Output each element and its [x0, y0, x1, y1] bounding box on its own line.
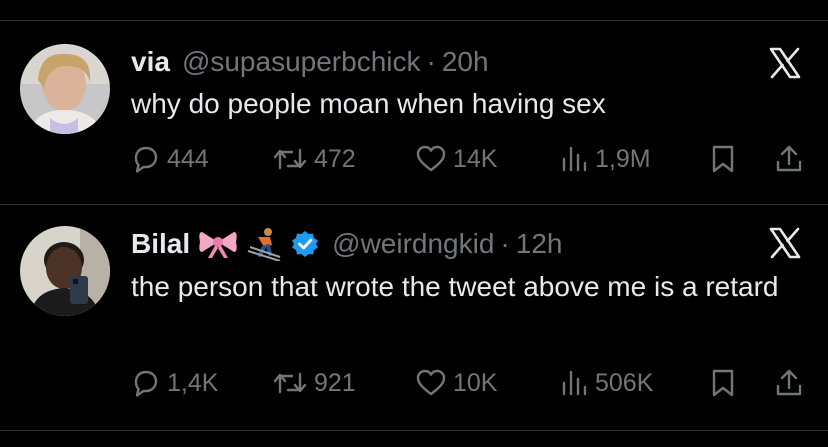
repost-button[interactable]: 921 [272, 365, 356, 401]
tweet-card[interactable]: Bilal @weirdngkid · 12h the person that … [0, 204, 828, 430]
reply-icon [134, 370, 158, 397]
bookmark-icon [712, 145, 734, 173]
share-button[interactable] [774, 141, 804, 177]
repost-count: 921 [314, 368, 356, 397]
display-name[interactable]: Bilal [131, 228, 190, 260]
repost-count: 472 [314, 144, 356, 173]
tweet-text: the person that wrote the tweet above me… [131, 271, 779, 302]
repost-icon [273, 372, 307, 394]
tweet-actions: 444 472 14K 1,9M [131, 141, 811, 177]
views-count: 1,9M [595, 144, 651, 173]
ribbon-emoji [198, 228, 238, 260]
bottom-divider [0, 430, 828, 431]
separator-dot: · [500, 228, 510, 259]
timestamp[interactable]: 20h [442, 46, 489, 78]
like-count: 14K [453, 144, 498, 173]
views-button[interactable]: 1,9M [559, 141, 651, 177]
skier-emoji [246, 227, 282, 261]
tweet-card[interactable]: via @supasuperbchick · 20h why do people… [0, 20, 828, 204]
separator-dot: · [426, 46, 436, 77]
share-icon [776, 369, 802, 396]
views-chart-icon [562, 146, 587, 172]
repost-button[interactable]: 472 [272, 141, 356, 177]
share-icon [776, 145, 802, 172]
heart-icon [416, 145, 446, 172]
display-name[interactable]: via [131, 46, 170, 78]
avatar[interactable] [20, 44, 110, 134]
reply-button[interactable]: 1,4K [131, 365, 218, 401]
user-handle[interactable]: @supasuperbchick [182, 46, 421, 78]
tweet-actions: 1,4K 921 10K 506K [131, 365, 811, 401]
like-count: 10K [453, 368, 498, 397]
views-count: 506K [595, 368, 654, 397]
reply-icon [134, 146, 158, 173]
views-button[interactable]: 506K [559, 365, 653, 401]
x-logo-icon[interactable] [768, 46, 802, 80]
share-button[interactable] [774, 365, 804, 401]
timestamp[interactable]: 12h [516, 228, 563, 260]
views-chart-icon [562, 370, 587, 396]
repost-icon [273, 148, 307, 170]
bookmark-button[interactable] [709, 365, 737, 401]
tweet-header: Bilal @weirdngkid · 12h [131, 224, 562, 264]
user-handle[interactable]: @weirdngkid [332, 228, 494, 260]
verified-badge-icon [290, 229, 320, 259]
heart-icon [416, 369, 446, 396]
tweet-text: why do people moan when having sex [131, 88, 606, 119]
reply-count: 444 [167, 144, 209, 173]
tweet-header: via @supasuperbchick · 20h [131, 44, 489, 80]
x-logo-icon[interactable] [768, 226, 802, 260]
like-button[interactable]: 14K [415, 141, 497, 177]
avatar[interactable] [20, 226, 110, 316]
reply-count: 1,4K [167, 368, 219, 397]
reply-button[interactable]: 444 [131, 141, 209, 177]
bookmark-icon [712, 369, 734, 397]
like-button[interactable]: 10K [415, 365, 497, 401]
bookmark-button[interactable] [709, 141, 737, 177]
